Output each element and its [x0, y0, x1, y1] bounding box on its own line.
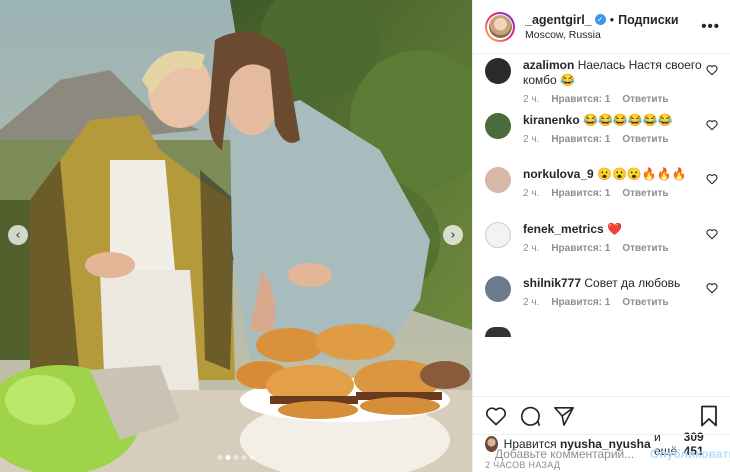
comment-like-icon[interactable]	[706, 64, 718, 76]
comment-likes[interactable]: Нравится: 1	[551, 94, 610, 105]
following-button[interactable]: Подписки	[618, 13, 679, 27]
comment-item-partial	[485, 326, 730, 339]
comment-time[interactable]: 2 ч.	[523, 188, 539, 199]
comment-time[interactable]: 2 ч.	[523, 243, 539, 254]
author-avatar[interactable]	[485, 11, 515, 42]
more-options-icon[interactable]: •••	[701, 18, 720, 35]
verified-badge-icon: ✓	[594, 14, 606, 25]
comment-time[interactable]: 2 ч.	[523, 134, 539, 145]
post-header: _agentgirl_ ✓ • Подписки Moscow, Russia …	[473, 0, 730, 54]
comment-likes[interactable]: Нравится: 1	[551, 243, 610, 254]
header-separator: •	[609, 12, 615, 27]
next-slide-button[interactable]: ›	[443, 225, 463, 245]
comment-like-icon[interactable]	[706, 282, 718, 294]
comment-item: shilnik777 Совет да любовь 2 ч. Нравится: …	[485, 272, 730, 327]
reply-button[interactable]: Ответить	[622, 243, 668, 254]
commenter-username[interactable]: kiranenko	[523, 113, 580, 127]
comments-list[interactable]: azalimon Наелась Настя своего комбо 😂 2 ч…	[473, 54, 730, 396]
previous-slide-button[interactable]: ‹	[8, 225, 28, 245]
commenter-username[interactable]: shilnik777	[523, 276, 581, 290]
reply-button[interactable]: Ответить	[622, 297, 668, 308]
comment-item: fenek_metrics ❤️ 2 ч. Нравится: 1 Ответить	[485, 218, 730, 273]
comment-likes[interactable]: Нравится: 1	[551, 134, 610, 145]
like-heart-icon[interactable]	[485, 406, 507, 426]
chevron-left-icon: ‹	[15, 227, 21, 243]
reply-button[interactable]: Ответить	[622, 134, 668, 145]
comment-time[interactable]: 2 ч.	[523, 94, 539, 105]
comment-time[interactable]: 2 ч.	[523, 297, 539, 308]
comment-text: Совет да любовь	[584, 276, 681, 290]
comment-likes[interactable]: Нравится: 1	[551, 297, 610, 308]
comment-item: azalimon Наелась Настя своего комбо 😂 2 ч…	[485, 54, 730, 109]
reply-button[interactable]: Ответить	[622, 94, 668, 105]
commenter-avatar[interactable]	[485, 276, 511, 302]
commenter-username[interactable]: norkulova_9	[523, 167, 594, 181]
carousel-dot	[217, 455, 223, 460]
instagram-post: ‹ › _agentgirl_ ✓ • Подписки Moscow, Rus…	[0, 0, 730, 472]
comment-text: 😂😂😂😂😂😂	[583, 112, 673, 127]
publish-button[interactable]: Опубликовать	[650, 447, 730, 461]
photo-illustration	[0, 0, 472, 472]
commenter-avatar[interactable]	[485, 326, 511, 337]
post-sidebar: _agentgirl_ ✓ • Подписки Moscow, Russia …	[472, 0, 730, 472]
carousel-dot	[241, 455, 247, 460]
share-send-icon[interactable]	[553, 406, 575, 426]
author-username[interactable]: _agentgirl_	[525, 13, 592, 27]
commenter-username[interactable]: fenek_metrics	[523, 222, 604, 236]
comment-like-icon[interactable]	[706, 173, 718, 185]
commenter-avatar[interactable]	[485, 58, 511, 84]
commenter-username[interactable]: azalimon	[523, 58, 574, 72]
post-location[interactable]: Moscow, Russia	[525, 29, 701, 41]
carousel-dot	[249, 455, 255, 460]
comment-icon[interactable]	[519, 405, 541, 427]
comment-text: 😮😮😮🔥🔥🔥	[597, 167, 687, 181]
comment-likes[interactable]: Нравится: 1	[551, 188, 610, 199]
carousel-dot	[225, 455, 231, 460]
commenter-avatar[interactable]	[485, 167, 511, 193]
chevron-right-icon: ›	[450, 227, 456, 243]
save-bookmark-icon[interactable]	[700, 405, 718, 427]
comment-input[interactable]	[495, 446, 650, 461]
commenter-avatar[interactable]	[485, 112, 511, 139]
comment-item: norkulova_9 😮😮😮🔥🔥🔥 2 ч. Нравится: 1 Ответит…	[485, 163, 730, 218]
add-comment-bar: Опубликовать	[473, 434, 730, 472]
post-photo[interactable]: ‹ ›	[0, 0, 472, 472]
comment-like-icon[interactable]	[706, 119, 718, 131]
commenter-avatar[interactable]	[485, 221, 511, 248]
comment-item: kiranenko 😂😂😂😂😂😂 2 ч. Нравится: 1 Ответить	[485, 109, 730, 164]
reply-button[interactable]: Ответить	[622, 188, 668, 199]
carousel-indicator	[217, 455, 255, 460]
comment-like-icon[interactable]	[706, 228, 718, 240]
carousel-dot	[233, 455, 239, 460]
comment-text: ❤️	[607, 221, 623, 236]
